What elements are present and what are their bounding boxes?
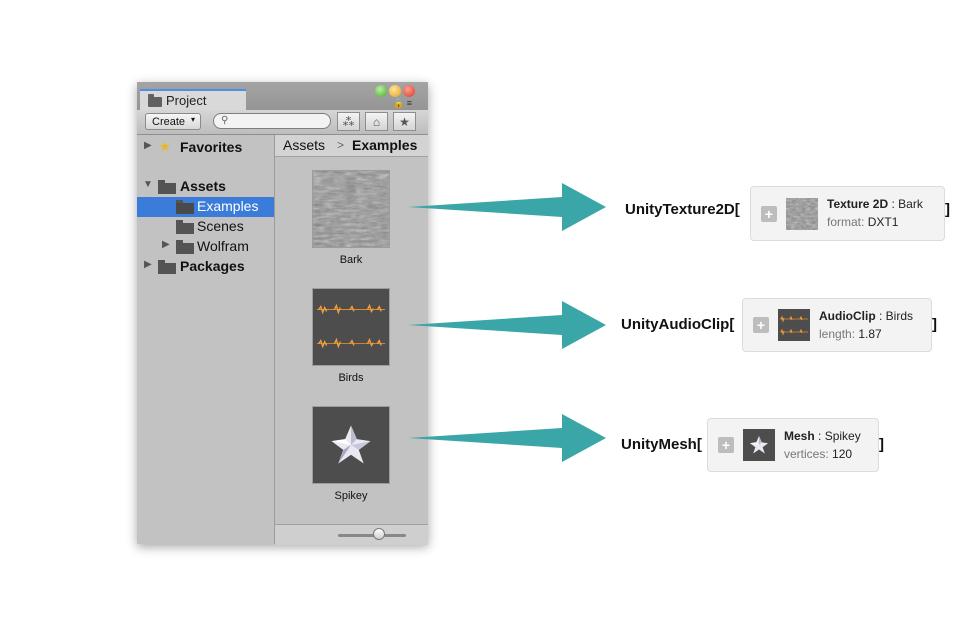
folder-icon [176, 220, 194, 234]
breadcrumb-examples[interactable]: Examples [352, 137, 417, 153]
disclosure-right-icon: ▶ [144, 259, 152, 270]
closing-bracket: ] [932, 316, 937, 333]
asset-name: Spikey [334, 490, 368, 502]
search-icon: ⚲ [221, 115, 229, 126]
property-label: length: [819, 327, 859, 341]
toolbar: Create ▾ ⚲ ⁂ ⌂ ★ [137, 110, 428, 135]
property-label: vertices: [784, 447, 833, 461]
breadcrumb: Assets > Examples [275, 135, 428, 157]
mesh-thumbnail [312, 406, 390, 484]
audio-waveform-thumbnail [778, 309, 810, 341]
minimize-window-button[interactable] [389, 85, 401, 97]
tree-label: Favorites [180, 139, 243, 155]
arrow-to-audioclip [408, 301, 606, 349]
result-sep: : [875, 309, 886, 323]
tab-project[interactable]: Project [140, 89, 246, 110]
search-by-type-button[interactable]: ⁂ [337, 112, 360, 131]
asset-name: Bark [339, 254, 363, 266]
result-type: Texture 2D [827, 197, 889, 211]
tag-icon: ⌂ [372, 115, 381, 129]
result-name: Bark [898, 197, 923, 211]
tree-item-examples[interactable]: Examples [137, 197, 274, 217]
bark-texture-thumbnail [312, 170, 390, 248]
expression-unitymesh: UnityMesh[ [621, 436, 702, 453]
result-title: AudioClip : Birds [819, 309, 913, 323]
audioclip-result-card[interactable]: + AudioClip : Birds length: 1.87 [742, 298, 932, 352]
expression-unityaudioclip: UnityAudioClip[ [621, 316, 735, 333]
expand-icon[interactable]: + [718, 437, 734, 453]
result-type: AudioClip [819, 309, 876, 323]
folder-tree: ▶ ★ Favorites ▼ Assets Examples Scenes ▶… [137, 135, 275, 544]
breadcrumb-assets[interactable]: Assets [283, 137, 325, 153]
result-sep: : [814, 429, 825, 443]
expression-unitytexture2d: UnityTexture2D[ [625, 201, 740, 218]
create-button[interactable]: Create ▾ [145, 113, 201, 130]
closing-bracket: ] [879, 436, 884, 453]
closing-bracket: ] [945, 201, 950, 218]
tab-label: Project [166, 93, 207, 108]
arrow-to-texture [408, 183, 606, 231]
tree-label: Examples [197, 198, 259, 214]
zoom-window-button[interactable] [375, 85, 387, 97]
status-bar [275, 524, 428, 545]
project-window: Project 🔒 ≡ Create ▾ ⚲ ⁂ ⌂ ★ ▶ ★ Favorit… [137, 82, 428, 545]
tree-label: Assets [180, 178, 226, 194]
tree-item-assets[interactable]: ▼ Assets [137, 177, 274, 197]
star-icon: ★ [399, 115, 410, 129]
tree-item-favorites[interactable]: ▶ ★ Favorites [137, 138, 274, 158]
tree-label: Packages [180, 258, 245, 274]
star-icon: ★ [159, 139, 171, 154]
bark-texture-thumbnail [786, 197, 818, 230]
folder-icon [158, 180, 176, 194]
property-value: 1.87 [858, 327, 882, 341]
create-label: Create [152, 116, 186, 128]
expand-icon[interactable]: + [753, 317, 769, 333]
folder-icon [148, 94, 162, 107]
lock-menu-icon[interactable]: 🔒 ≡ [393, 98, 425, 108]
chevron-down-icon: ▾ [190, 115, 195, 124]
mesh-result-card[interactable]: + Mesh : Spikey vertices: 120 [707, 418, 879, 472]
property-value: DXT1 [867, 215, 899, 229]
folder-icon [176, 240, 194, 254]
audio-waveform-thumbnail [312, 288, 390, 366]
arrow-to-mesh [408, 414, 606, 462]
texture-result-card[interactable]: + Texture 2D : Bark format: DXT1 [750, 186, 945, 241]
result-sep: : [888, 197, 899, 211]
search-input[interactable]: ⚲ [213, 113, 331, 129]
result-name: Spikey [824, 429, 861, 443]
result-property: format: DXT1 [827, 215, 898, 229]
shapes-icon: ⁂ [342, 115, 355, 129]
result-name: Birds [885, 309, 914, 323]
tree-item-wolfram[interactable]: ▶ Wolfram [137, 237, 274, 257]
tree-label: Scenes [197, 218, 244, 234]
result-type: Mesh [784, 429, 815, 443]
search-by-label-button[interactable]: ⌂ [365, 112, 388, 131]
favorite-button[interactable]: ★ [393, 112, 416, 131]
zoom-slider-handle[interactable] [373, 528, 385, 540]
mesh-thumbnail [743, 429, 775, 461]
tab-bar: Project 🔒 ≡ [137, 82, 428, 110]
result-title: Texture 2D : Bark [827, 197, 923, 211]
folder-icon [176, 200, 194, 214]
zoom-slider-track[interactable] [338, 534, 406, 537]
result-title: Mesh : Spikey [784, 429, 861, 443]
property-value: 120 [832, 447, 853, 461]
tree-item-scenes[interactable]: Scenes [137, 217, 274, 237]
close-window-button[interactable] [403, 85, 415, 97]
tree-item-packages[interactable]: ▶ Packages [137, 257, 274, 277]
folder-icon [158, 260, 176, 274]
expand-icon[interactable]: + [761, 205, 777, 222]
tree-label: Wolfram [197, 238, 249, 254]
disclosure-right-icon: ▶ [162, 239, 170, 250]
property-label: format: [827, 215, 868, 229]
breadcrumb-separator-icon: > [337, 138, 345, 152]
result-property: vertices: 120 [784, 447, 852, 461]
asset-name: Birds [338, 372, 364, 384]
disclosure-right-icon: ▶ [144, 140, 152, 151]
disclosure-down-icon: ▼ [143, 179, 153, 190]
result-property: length: 1.87 [819, 327, 882, 341]
arrows-layer [408, 183, 606, 462]
